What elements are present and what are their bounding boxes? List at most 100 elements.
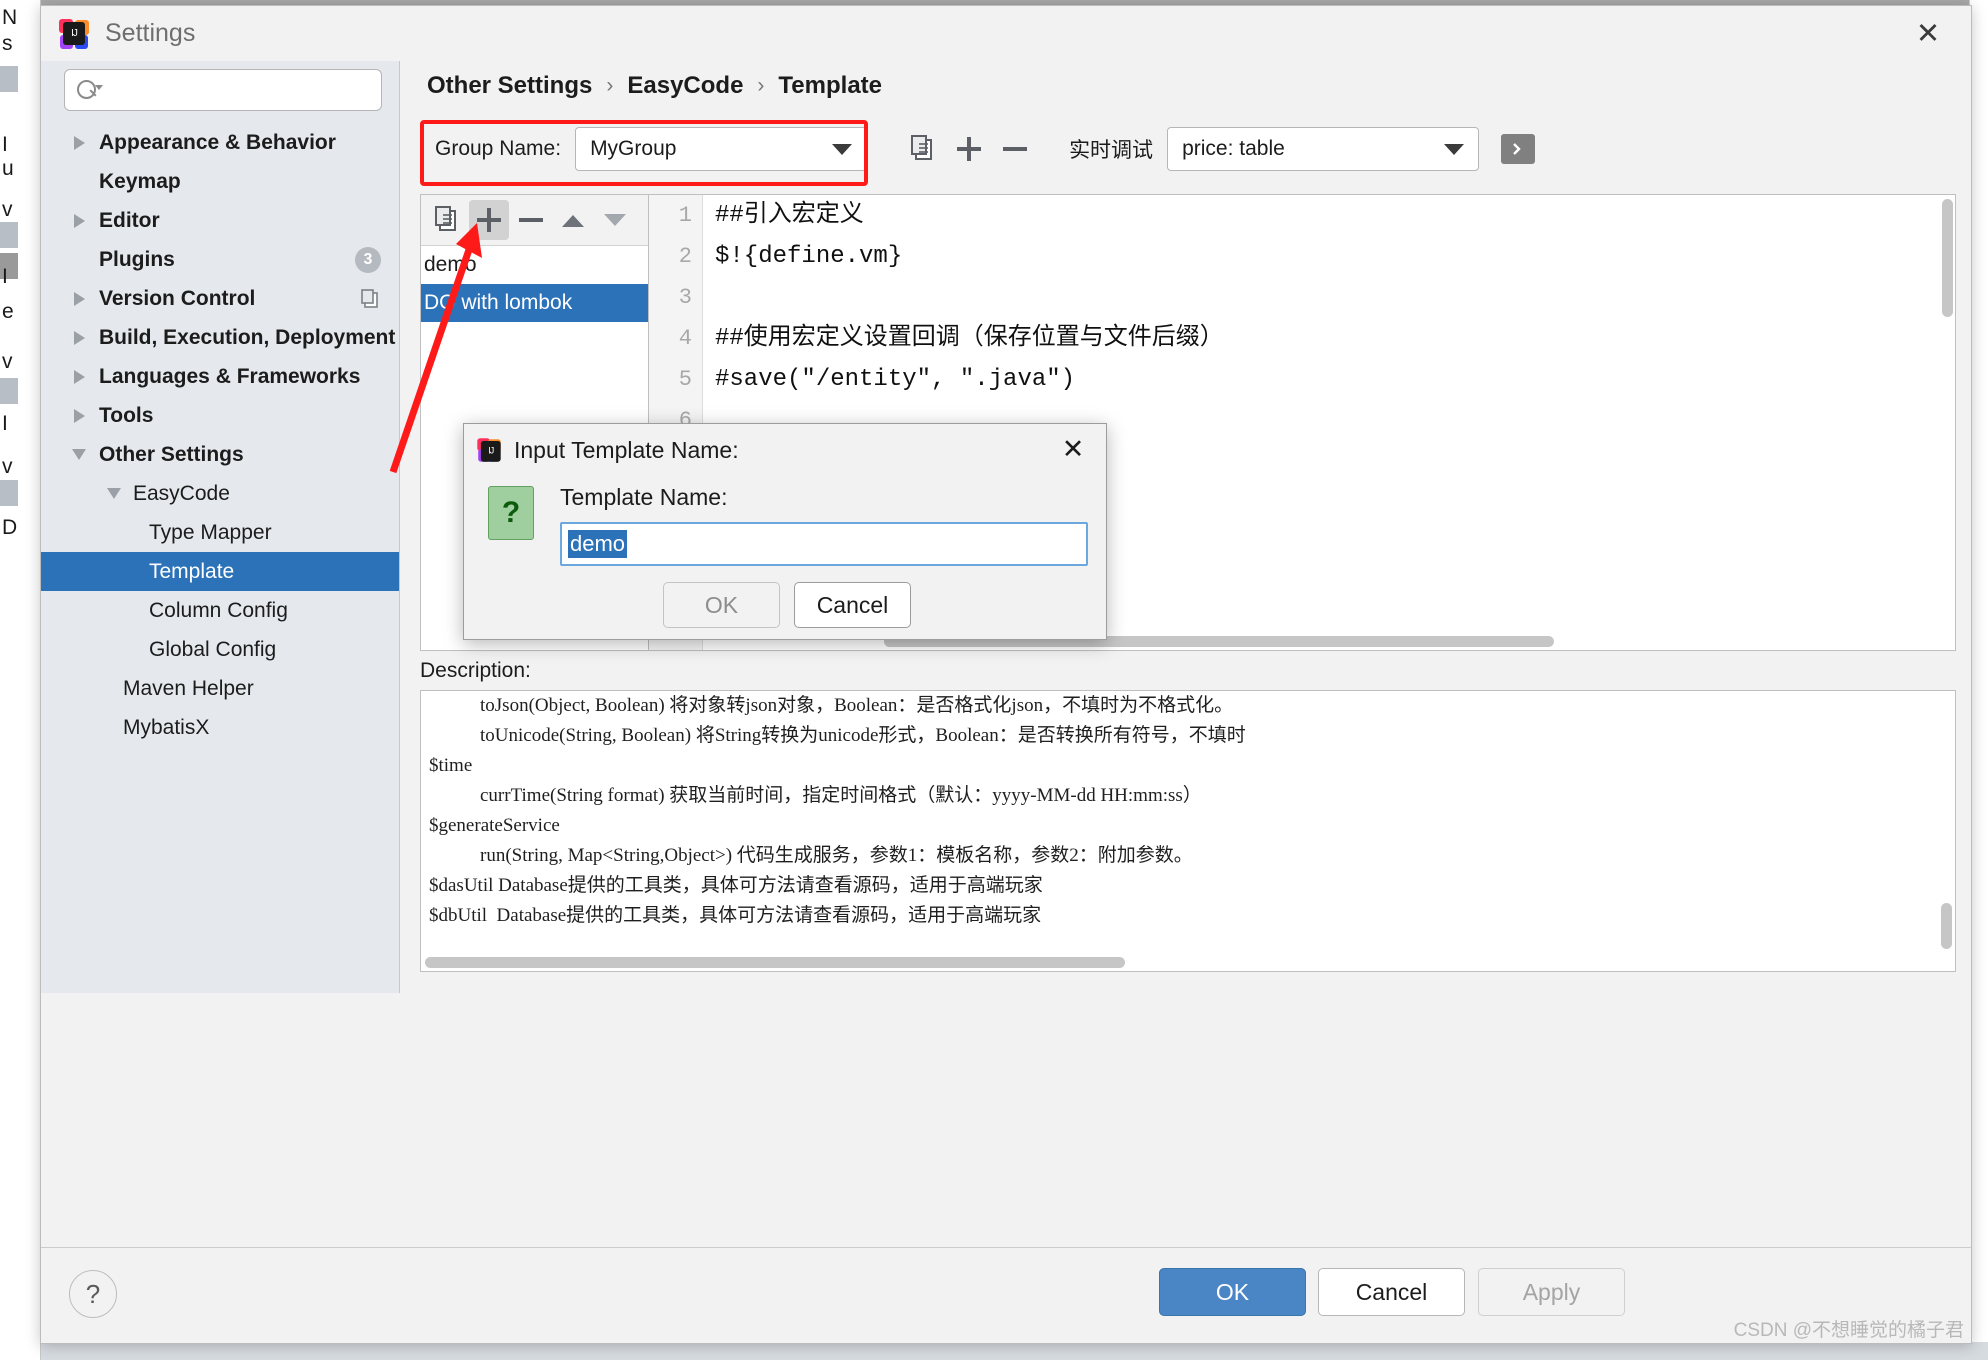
close-icon[interactable]: ✕: [1056, 432, 1090, 466]
table-select-dropdown[interactable]: price: table: [1167, 127, 1480, 171]
sidebar-item-label: Tools: [99, 403, 154, 427]
sidebar-item-label: Global Config: [149, 637, 277, 661]
remove-template-button[interactable]: [511, 200, 551, 240]
chevron-right-icon: [74, 408, 85, 423]
template-name-input[interactable]: demo: [560, 522, 1088, 566]
ok-button[interactable]: OK: [1159, 1268, 1306, 1316]
search-box[interactable]: [64, 69, 382, 111]
bg-glyph: I: [2, 412, 8, 435]
sidebar-item-keymap[interactable]: Keymap: [41, 162, 399, 201]
group-name-label: Group Name:: [435, 137, 562, 160]
help-button[interactable]: ?: [69, 1270, 117, 1318]
chevron-right-icon: [74, 330, 85, 345]
editor-content: ##引入宏定义 $!{define.vm} ##使用宏定义设置回调（保存位置与文…: [715, 195, 1955, 441]
bg-glyph: I: [2, 265, 8, 288]
sidebar-item-languages-frameworks[interactable]: Languages & Frameworks: [41, 357, 399, 396]
add-group-button[interactable]: [949, 129, 989, 169]
breadcrumb-part-easycode[interactable]: EasyCode: [627, 72, 743, 100]
sidebar-item-label: Maven Helper: [123, 676, 254, 700]
bg-tab: [0, 378, 18, 404]
description-vertical-scrollbar[interactable]: [1941, 903, 1952, 949]
sidebar-item-label: Other Settings: [99, 442, 244, 466]
plugins-update-badge: 3: [355, 246, 381, 273]
move-template-down-button[interactable]: [595, 200, 635, 240]
sidebar-item-maven-helper[interactable]: Maven Helper: [41, 669, 399, 708]
line-number: 2: [678, 244, 692, 269]
settings-sidebar: Appearance & Behavior Keymap Editor Plug…: [41, 61, 400, 993]
search-icon: [77, 78, 103, 102]
description-line: toJson(Object, Boolean) 将对象转json对象，Boole…: [461, 695, 1234, 716]
list-item[interactable]: demo: [421, 246, 648, 284]
sidebar-item-label: Languages & Frameworks: [99, 364, 361, 388]
sidebar-item-mybatisx[interactable]: MybatisX: [41, 708, 399, 747]
cancel-button[interactable]: Cancel: [1318, 1268, 1465, 1316]
sidebar-item-build-execution-deployment[interactable]: Build, Execution, Deployment: [41, 318, 399, 357]
sidebar-item-easycode[interactable]: EasyCode: [41, 474, 399, 513]
intellij-idea-logo-icon: IJ: [59, 18, 89, 49]
window-titlebar: IJ Settings ✕: [41, 6, 1971, 61]
group-toolbar: Group Name: MyGroup 实时调试 price: table: [420, 120, 1970, 178]
sidebar-item-version-control[interactable]: Version Control: [41, 279, 399, 318]
template-item-label: DO with lombok: [424, 291, 573, 314]
input-template-name-dialog: IJ Input Template Name: ✕ ? Template Nam…: [463, 423, 1107, 640]
dialog-titlebar: IJ Input Template Name: ✕: [464, 424, 1106, 476]
search-input[interactable]: [109, 78, 381, 102]
description-label: Description:: [420, 659, 531, 682]
dialog-ok-button[interactable]: OK: [663, 582, 780, 628]
bg-glyph: e: [2, 300, 14, 323]
close-icon[interactable]: ✕: [1911, 18, 1945, 52]
description-horizontal-scrollbar[interactable]: [425, 957, 1125, 968]
copy-template-button[interactable]: [427, 200, 467, 240]
sidebar-item-label: Template: [149, 559, 235, 583]
settings-window: IJ Settings ✕ Appearance & Behavior Keym…: [40, 5, 1972, 1344]
background-bottom-strip: [0, 1342, 1988, 1360]
sidebar-item-tools[interactable]: Tools: [41, 396, 399, 435]
add-template-button[interactable]: [469, 200, 509, 240]
description-box[interactable]: toJson(Object, Boolean) 将对象转json对象，Boole…: [420, 690, 1956, 972]
description-line: $dbUtil Database提供的工具类，具体可方法请查看源码，适用于高端玩…: [429, 905, 1042, 926]
breadcrumb-part-other-settings[interactable]: Other Settings: [427, 72, 592, 100]
code-line: ##使用宏定义设置回调（保存位置与文件后缀）: [715, 325, 1224, 352]
list-item[interactable]: DO with lombok: [421, 284, 648, 322]
dialog-cancel-button[interactable]: Cancel: [794, 582, 911, 628]
arrow-up-icon: [562, 215, 584, 227]
template-name-label: Template Name:: [560, 484, 728, 510]
chevron-down-icon: [107, 488, 121, 499]
sidebar-item-column-config[interactable]: Column Config: [41, 591, 399, 630]
sidebar-item-editor[interactable]: Editor: [41, 201, 399, 240]
group-name-dropdown[interactable]: MyGroup: [575, 127, 868, 171]
chevron-right-icon: [74, 135, 85, 150]
sidebar-item-global-config[interactable]: Global Config: [41, 630, 399, 669]
sidebar-item-plugins[interactable]: Plugins 3: [41, 240, 399, 279]
sidebar-item-type-mapper[interactable]: Type Mapper: [41, 513, 399, 552]
template-item-label: demo: [424, 253, 477, 276]
sidebar-item-template[interactable]: Template: [41, 552, 399, 591]
copy-icon: [359, 288, 381, 310]
editor-vertical-scrollbar[interactable]: [1942, 199, 1953, 317]
chevron-down-icon: [1444, 143, 1465, 155]
window-title: Settings: [105, 19, 196, 47]
line-number: 4: [678, 326, 692, 351]
sidebar-item-label: Plugins: [99, 247, 175, 271]
sidebar-item-appearance-behavior[interactable]: Appearance & Behavior: [41, 123, 399, 162]
copy-group-button[interactable]: [903, 129, 943, 169]
dialog-title: Input Template Name:: [514, 436, 739, 463]
sidebar-item-label: EasyCode: [133, 481, 230, 505]
move-template-up-button[interactable]: [553, 200, 593, 240]
run-debug-button[interactable]: [1501, 134, 1536, 164]
bg-tab: [0, 66, 18, 92]
remove-group-button[interactable]: [995, 129, 1035, 169]
breadcrumb-separator-icon: ›: [606, 74, 614, 97]
sidebar-item-label: Build, Execution, Deployment: [99, 325, 396, 349]
sidebar-item-label: Column Config: [149, 598, 288, 622]
sidebar-item-label: Version Control: [99, 286, 256, 310]
chevron-right-icon: [74, 291, 85, 306]
bg-glyph: v: [2, 455, 13, 478]
code-line: #save("/entity", ".java"): [715, 366, 1076, 393]
dialog-footer: ? OK Cancel Apply: [41, 1247, 1971, 1343]
template-name-input-value: demo: [568, 530, 628, 558]
sidebar-item-label: Editor: [99, 208, 160, 232]
bg-glyph: v: [2, 350, 13, 373]
sidebar-item-other-settings[interactable]: Other Settings: [41, 435, 399, 474]
